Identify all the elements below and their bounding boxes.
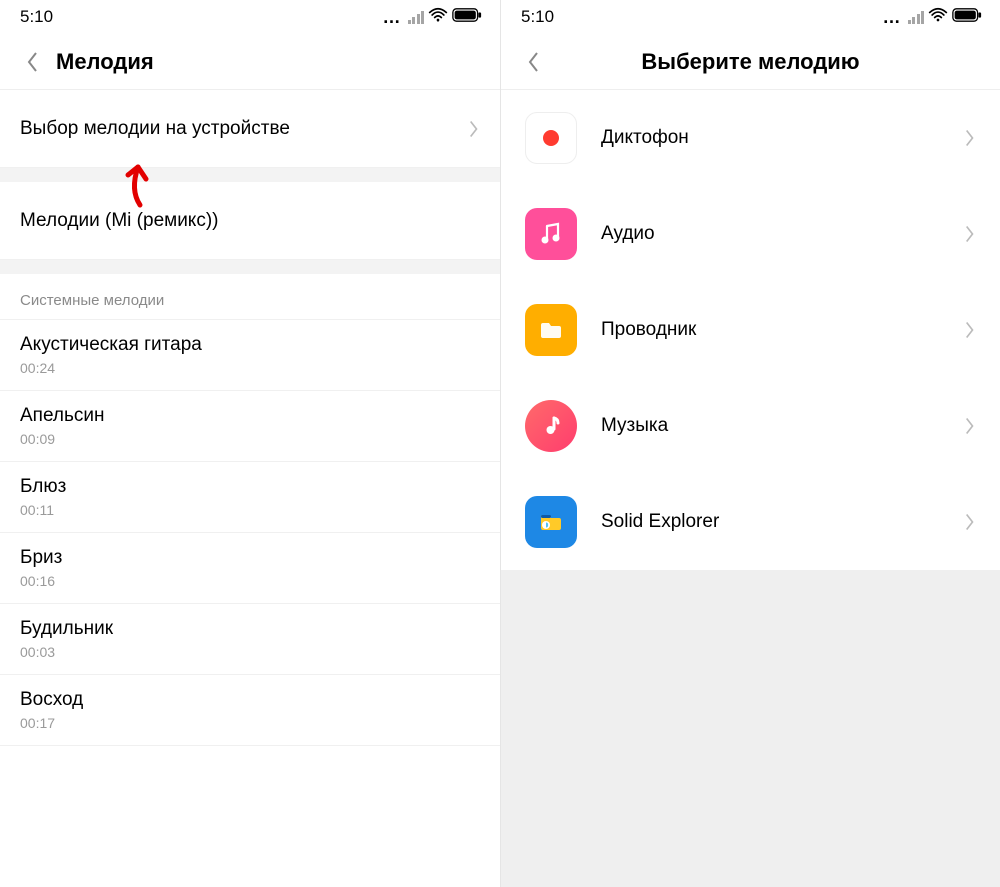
pick-on-device-row[interactable]: Выбор мелодии на устройстве: [0, 90, 500, 168]
music-note-icon: [525, 208, 577, 260]
track-name: Апельсин: [20, 405, 480, 427]
track-duration: 00:16: [20, 573, 480, 589]
app-name: Музыка: [601, 415, 940, 437]
mi-remix-label: Мелодии (Mi (ремикс)): [20, 210, 480, 232]
more-icon: …: [883, 7, 902, 28]
chevron-right-icon: [964, 512, 976, 532]
track-duration: 00:11: [20, 502, 480, 518]
track-duration: 00:24: [20, 360, 480, 376]
chevron-right-icon: [964, 320, 976, 340]
track-name: Восход: [20, 689, 480, 711]
phone-left: 5:10 … Мелодия Выбор мелодии на устройст…: [0, 0, 500, 887]
track-name: Акустическая гитара: [20, 334, 480, 356]
divider: [0, 260, 500, 274]
chevron-right-icon: [964, 128, 976, 148]
track-name: Бриз: [20, 547, 480, 569]
app-name: Проводник: [601, 319, 940, 341]
chevron-right-icon: [964, 224, 976, 244]
signal-icon: [908, 10, 925, 24]
chevron-right-icon: [468, 119, 480, 139]
back-button[interactable]: [12, 42, 52, 82]
pick-on-device-label: Выбор мелодии на устройстве: [20, 118, 468, 140]
more-icon: …: [383, 7, 402, 28]
status-icons: …: [383, 7, 483, 28]
header: Мелодия: [0, 34, 500, 90]
header: Выберите мелодию: [501, 34, 1000, 90]
app-row-music[interactable]: Музыка: [501, 378, 1000, 474]
wifi-icon: [428, 7, 448, 28]
track-row[interactable]: Акустическая гитара 00:24: [0, 320, 500, 391]
app-row-audio[interactable]: Аудио: [501, 186, 1000, 282]
status-icons: …: [883, 7, 983, 28]
section-header-system: Системные мелодии: [0, 274, 500, 320]
track-duration: 00:03: [20, 644, 480, 660]
track-row[interactable]: Восход 00:17: [0, 675, 500, 746]
track-name: Будильник: [20, 618, 480, 640]
empty-area: [501, 570, 1000, 887]
track-row[interactable]: Блюз 00:11: [0, 462, 500, 533]
music-app-icon: [525, 400, 577, 452]
page-title: Выберите мелодию: [513, 49, 988, 75]
track-duration: 00:17: [20, 715, 480, 731]
app-row-files[interactable]: Проводник: [501, 282, 1000, 378]
page-title: Мелодия: [56, 49, 154, 75]
battery-icon: [452, 7, 482, 28]
mi-remix-row[interactable]: Мелодии (Mi (ремикс)): [0, 182, 500, 260]
solid-explorer-icon: [525, 496, 577, 548]
track-row[interactable]: Апельсин 00:09: [0, 391, 500, 462]
status-time: 5:10: [20, 7, 53, 27]
track-row[interactable]: Будильник 00:03: [0, 604, 500, 675]
track-name: Блюз: [20, 476, 480, 498]
app-name: Диктофон: [601, 127, 940, 149]
battery-icon: [952, 7, 982, 28]
recorder-icon: [525, 112, 577, 164]
app-name: Solid Explorer: [601, 511, 940, 533]
wifi-icon: [928, 7, 948, 28]
folder-icon: [525, 304, 577, 356]
status-bar: 5:10 …: [0, 0, 500, 34]
status-bar: 5:10 …: [501, 0, 1000, 34]
signal-icon: [408, 10, 425, 24]
app-row-solid-explorer[interactable]: Solid Explorer: [501, 474, 1000, 570]
chevron-right-icon: [964, 416, 976, 436]
divider: [0, 168, 500, 182]
app-row-recorder[interactable]: Диктофон: [501, 90, 1000, 186]
track-row[interactable]: Бриз 00:16: [0, 533, 500, 604]
phone-right: 5:10 … Выберите мелодию Диктофон Аудио П…: [500, 0, 1000, 887]
track-duration: 00:09: [20, 431, 480, 447]
app-name: Аудио: [601, 223, 940, 245]
status-time: 5:10: [521, 7, 554, 27]
